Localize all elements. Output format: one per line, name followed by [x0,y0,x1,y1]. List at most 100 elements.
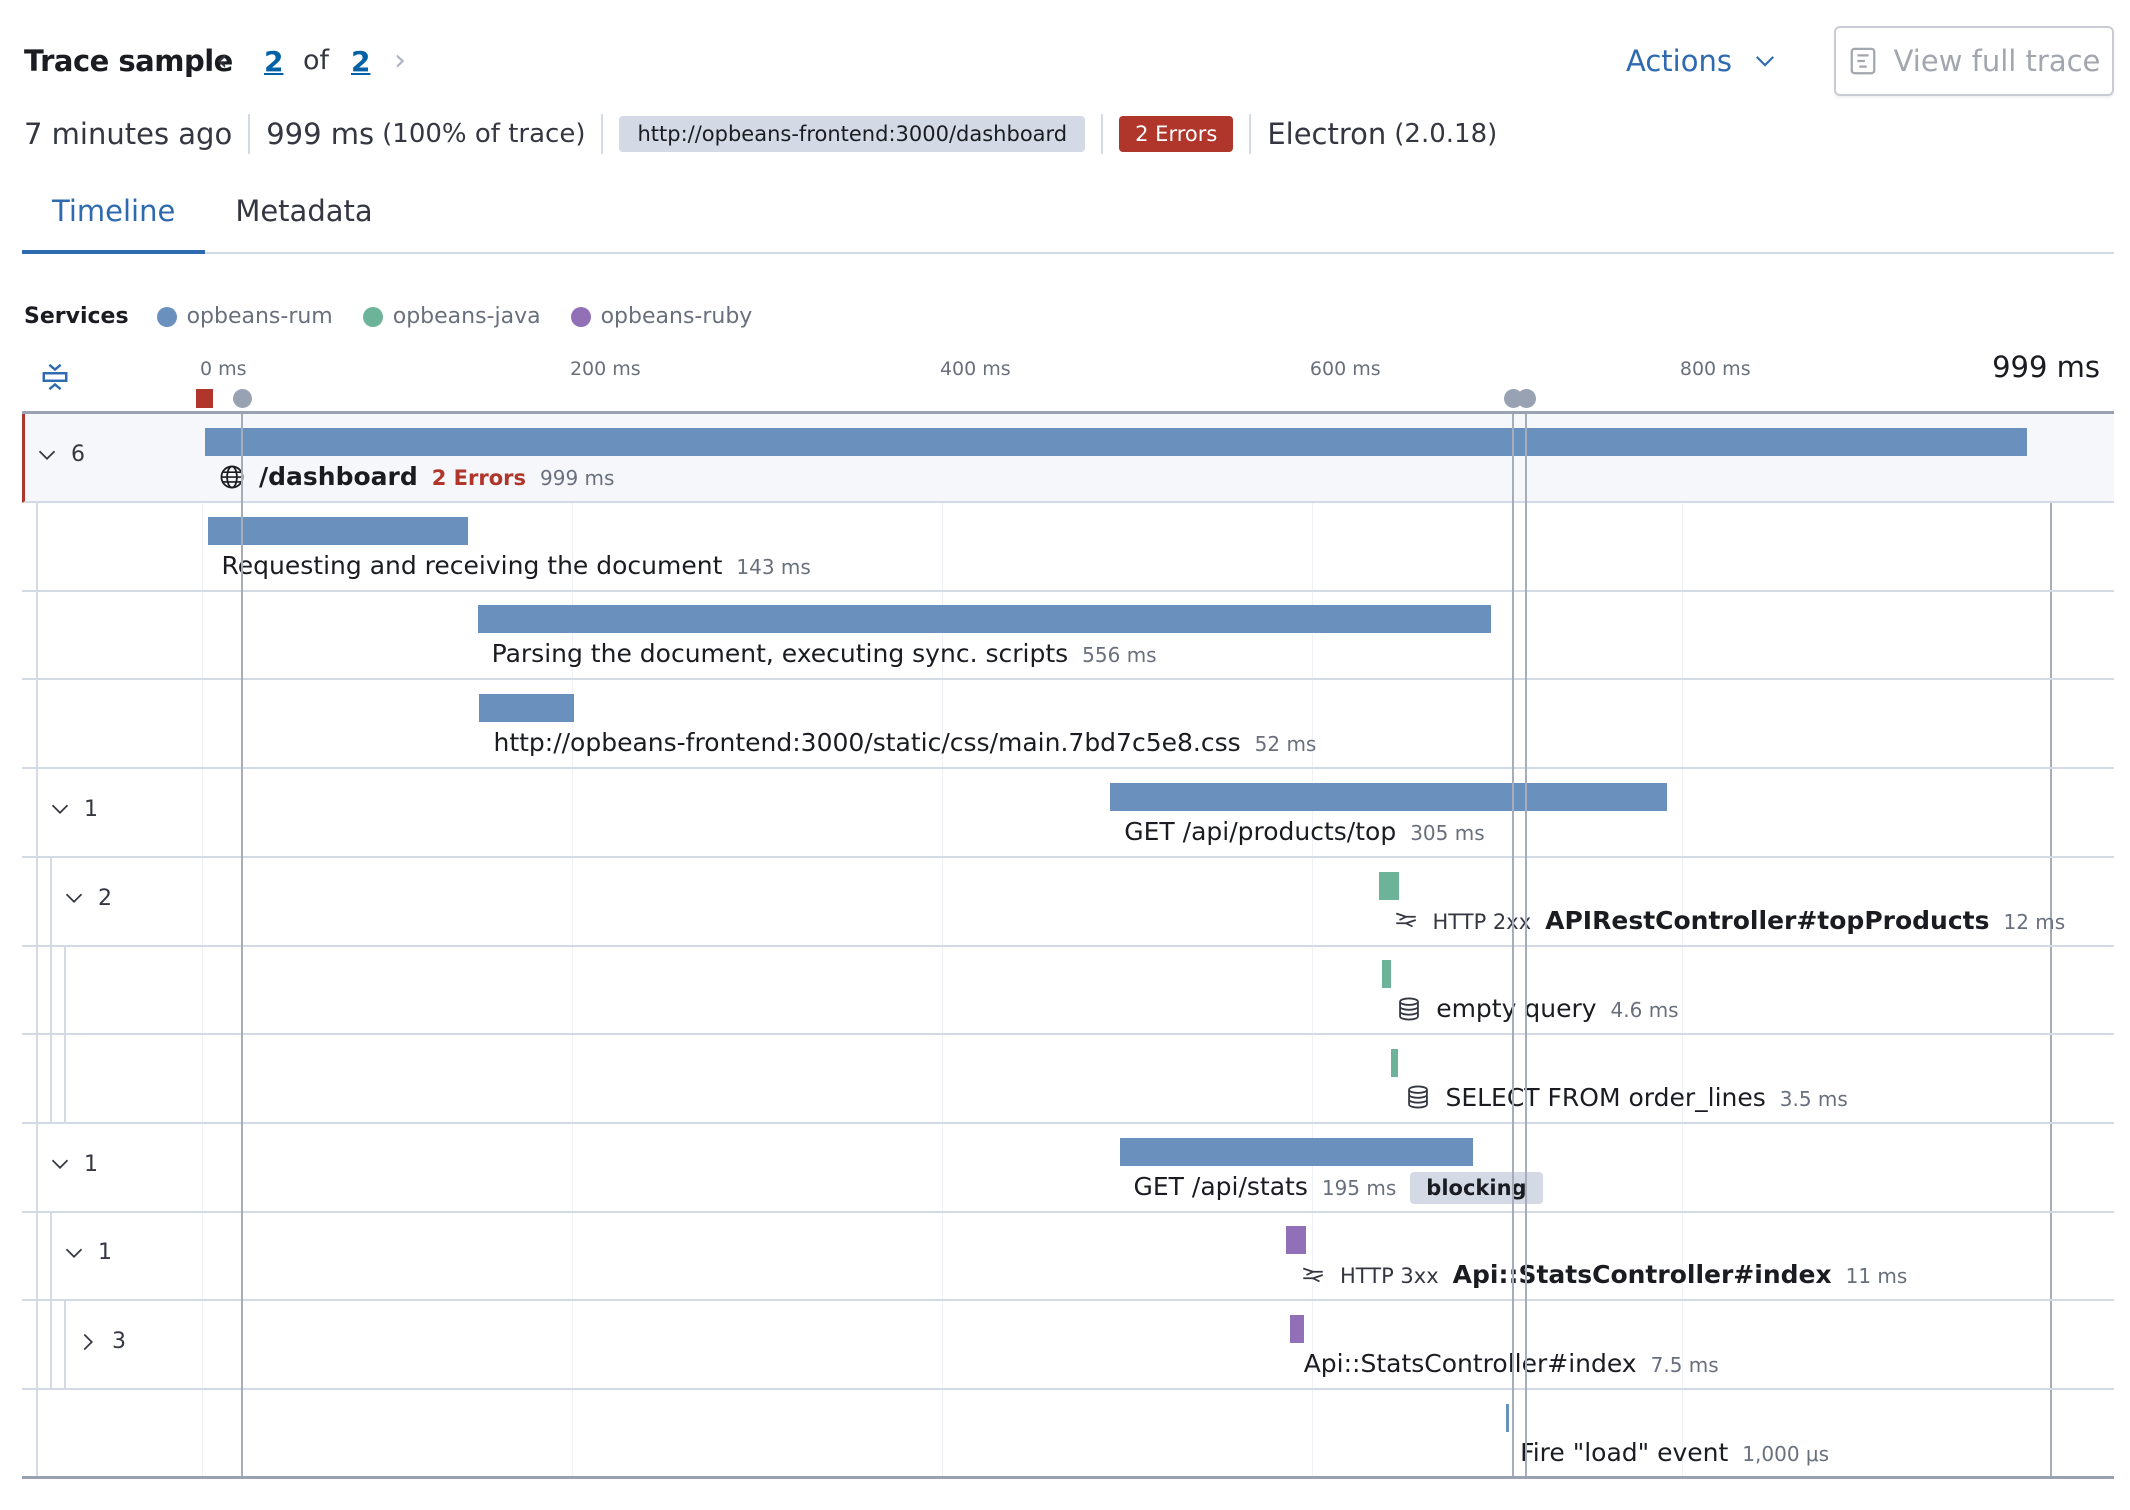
indent-guide [36,502,38,592]
actions-button[interactable]: Actions [1626,44,1776,78]
span-label[interactable]: HTTP 2xx APIRestController#topProducts 12 … [1393,906,2065,935]
legend-dot [156,306,177,327]
span-duration: 999 ms [540,466,615,490]
separator [1249,114,1252,154]
waterfall-row[interactable]: empty query 4.6 ms [22,946,2114,1036]
span-name: http://opbeans-frontend:3000/static/css/… [493,728,1241,758]
waterfall-row[interactable]: 1 GET /api/stats 195 ms blocking [22,1123,2114,1213]
previous-sample-button[interactable]: ‹ [216,44,228,78]
span-bar[interactable] [1378,871,1399,900]
span-label[interactable]: Fire "load" event 1,000 μs [1520,1438,1829,1467]
legend-item-java: opbeans-java [362,304,541,329]
indent-guide [50,946,52,1036]
url-badge: http://opbeans-frontend:3000/dashboard [619,116,1086,152]
span-bar[interactable] [1119,1137,1473,1166]
span-bar[interactable] [1391,1048,1398,1077]
root-transaction-row[interactable]: 6/dashboard 2 Errors 999 ms [22,414,2114,503]
document-icon [1850,47,1875,75]
waterfall-row[interactable]: Requesting and receiving the document 143… [22,502,2114,592]
services-label: Services [24,304,129,329]
page-title: Trace sample [24,44,233,78]
span-duration: 52 ms [1254,732,1317,757]
services-legend: Services opbeans-rum opbeans-java opbean… [24,304,782,329]
legend-label: opbeans-java [392,304,541,329]
indent-guide [36,768,38,858]
waterfall-row[interactable]: 2 HTTP 2xx APIRestController#topProducts 12… [22,857,2114,947]
chevron-down-icon [65,893,83,903]
chevron-down-icon [65,1248,83,1258]
view-full-trace-button[interactable]: View full trace [1834,26,2114,96]
indent-guide [50,1034,52,1124]
error-marker[interactable] [195,389,213,408]
span-bar[interactable] [205,428,2028,456]
span-label[interactable]: GET /api/products/top 305 ms [1124,817,1484,846]
tab-metadata[interactable]: Metadata [205,186,402,254]
span-duration: 143 ms [736,554,811,579]
span-bar[interactable] [479,694,574,723]
span-bar[interactable] [207,516,469,545]
waterfall-row[interactable]: 1HTTP 3xx Api::StatsController#index 11 ms [22,1212,2114,1302]
expand-toggle[interactable]: 1 [50,1152,98,1177]
waterfall-row[interactable]: 3 Api::StatsController#index 7.5 ms [22,1301,2114,1390]
tick-label: 600 ms [1309,358,1381,380]
span-label[interactable]: empty query 4.6 ms [1396,994,1679,1023]
trace-duration: 999 ms (100% of trace) [266,117,585,151]
expand-toggle[interactable]: 3 [78,1329,126,1354]
pager-current[interactable]: 2 [264,45,283,78]
agent-mark-marker[interactable] [1516,389,1536,408]
error-count[interactable]: 2 Errors [432,466,526,490]
span-duration: 305 ms [1410,820,1485,845]
next-sample-button[interactable]: › [394,44,406,78]
pager-total[interactable]: 2 [351,45,370,78]
span-bar[interactable] [1286,1226,1307,1255]
indent-guide [50,1301,52,1390]
waterfall-row[interactable]: SELECT FROM order_lines 3.5 ms [22,1034,2114,1124]
waterfall-row[interactable]: 1 GET /api/products/top 305 ms [22,768,2114,858]
span-duration: 11 ms [1845,1264,1908,1289]
span-bar[interactable] [1382,960,1391,989]
expand-toggle[interactable]: 6 [37,442,85,467]
span-label[interactable]: SELECT FROM order_lines 3.5 ms [1405,1083,1848,1112]
legend-label: opbeans-rum [186,304,333,329]
chevron-down-icon [51,1159,69,1170]
span-name: Parsing the document, executing sync. sc… [491,639,1069,669]
mark-line [1524,414,1527,1478]
span-bar[interactable] [477,605,1492,634]
tick-label: 800 ms [1679,358,1751,380]
expand-toggle[interactable]: 1 [50,797,98,822]
agent-name: Electron [1267,117,1387,151]
span-label[interactable]: HTTP 3xx Api::StatsController#index 11 ms [1300,1260,1907,1289]
span-label[interactable]: Requesting and receiving the document 143… [222,551,811,580]
errors-badge[interactable]: 2 Errors [1119,116,1234,152]
tick-label: 400 ms [939,358,1011,380]
span-duration: 195 ms [1321,1175,1397,1200]
waterfall-row[interactable]: Parsing the document, executing sync. sc… [22,591,2114,681]
span-duration: 3.5 ms [1779,1086,1848,1111]
span-bar[interactable] [1506,1403,1510,1432]
waterfall-row[interactable]: Fire "load" event 1,000 μs [22,1389,2114,1479]
waterfall-row[interactable]: http://opbeans-frontend:3000/static/css/… [22,680,2114,770]
expand-toggle[interactable]: 1 [64,1240,112,1265]
actions-label: Actions [1626,44,1732,78]
legend-dot [362,306,383,327]
child-count: 2 [98,885,112,911]
span-label[interactable]: GET /api/stats 195 ms blocking [1134,1171,1543,1204]
tab-timeline[interactable]: Timeline [22,186,206,254]
transaction-icon [1300,1262,1326,1288]
duration-value: 999 ms [266,117,375,151]
tabs: Timeline Metadata [22,186,2114,254]
expand-toggle[interactable]: 2 [64,886,112,911]
indent-guide [36,591,38,681]
collapse-all-icon[interactable] [40,362,70,392]
legend-label: opbeans-ruby [600,304,753,329]
span-bar[interactable] [1110,782,1668,811]
legend-dot [570,306,591,327]
span-label[interactable]: Parsing the document, executing sync. sc… [492,639,1157,668]
span-label[interactable]: http://opbeans-frontend:3000/static/css/… [493,728,1316,757]
agent-mark-marker[interactable] [232,389,252,408]
span-label[interactable]: /dashboard 2 Errors 999 ms [219,462,614,491]
child-count: 1 [84,1151,98,1177]
agent-version: (2.0.18) [1394,119,1498,149]
span-bar[interactable] [1289,1315,1304,1343]
duration-percent: (100% of trace) [382,119,586,149]
